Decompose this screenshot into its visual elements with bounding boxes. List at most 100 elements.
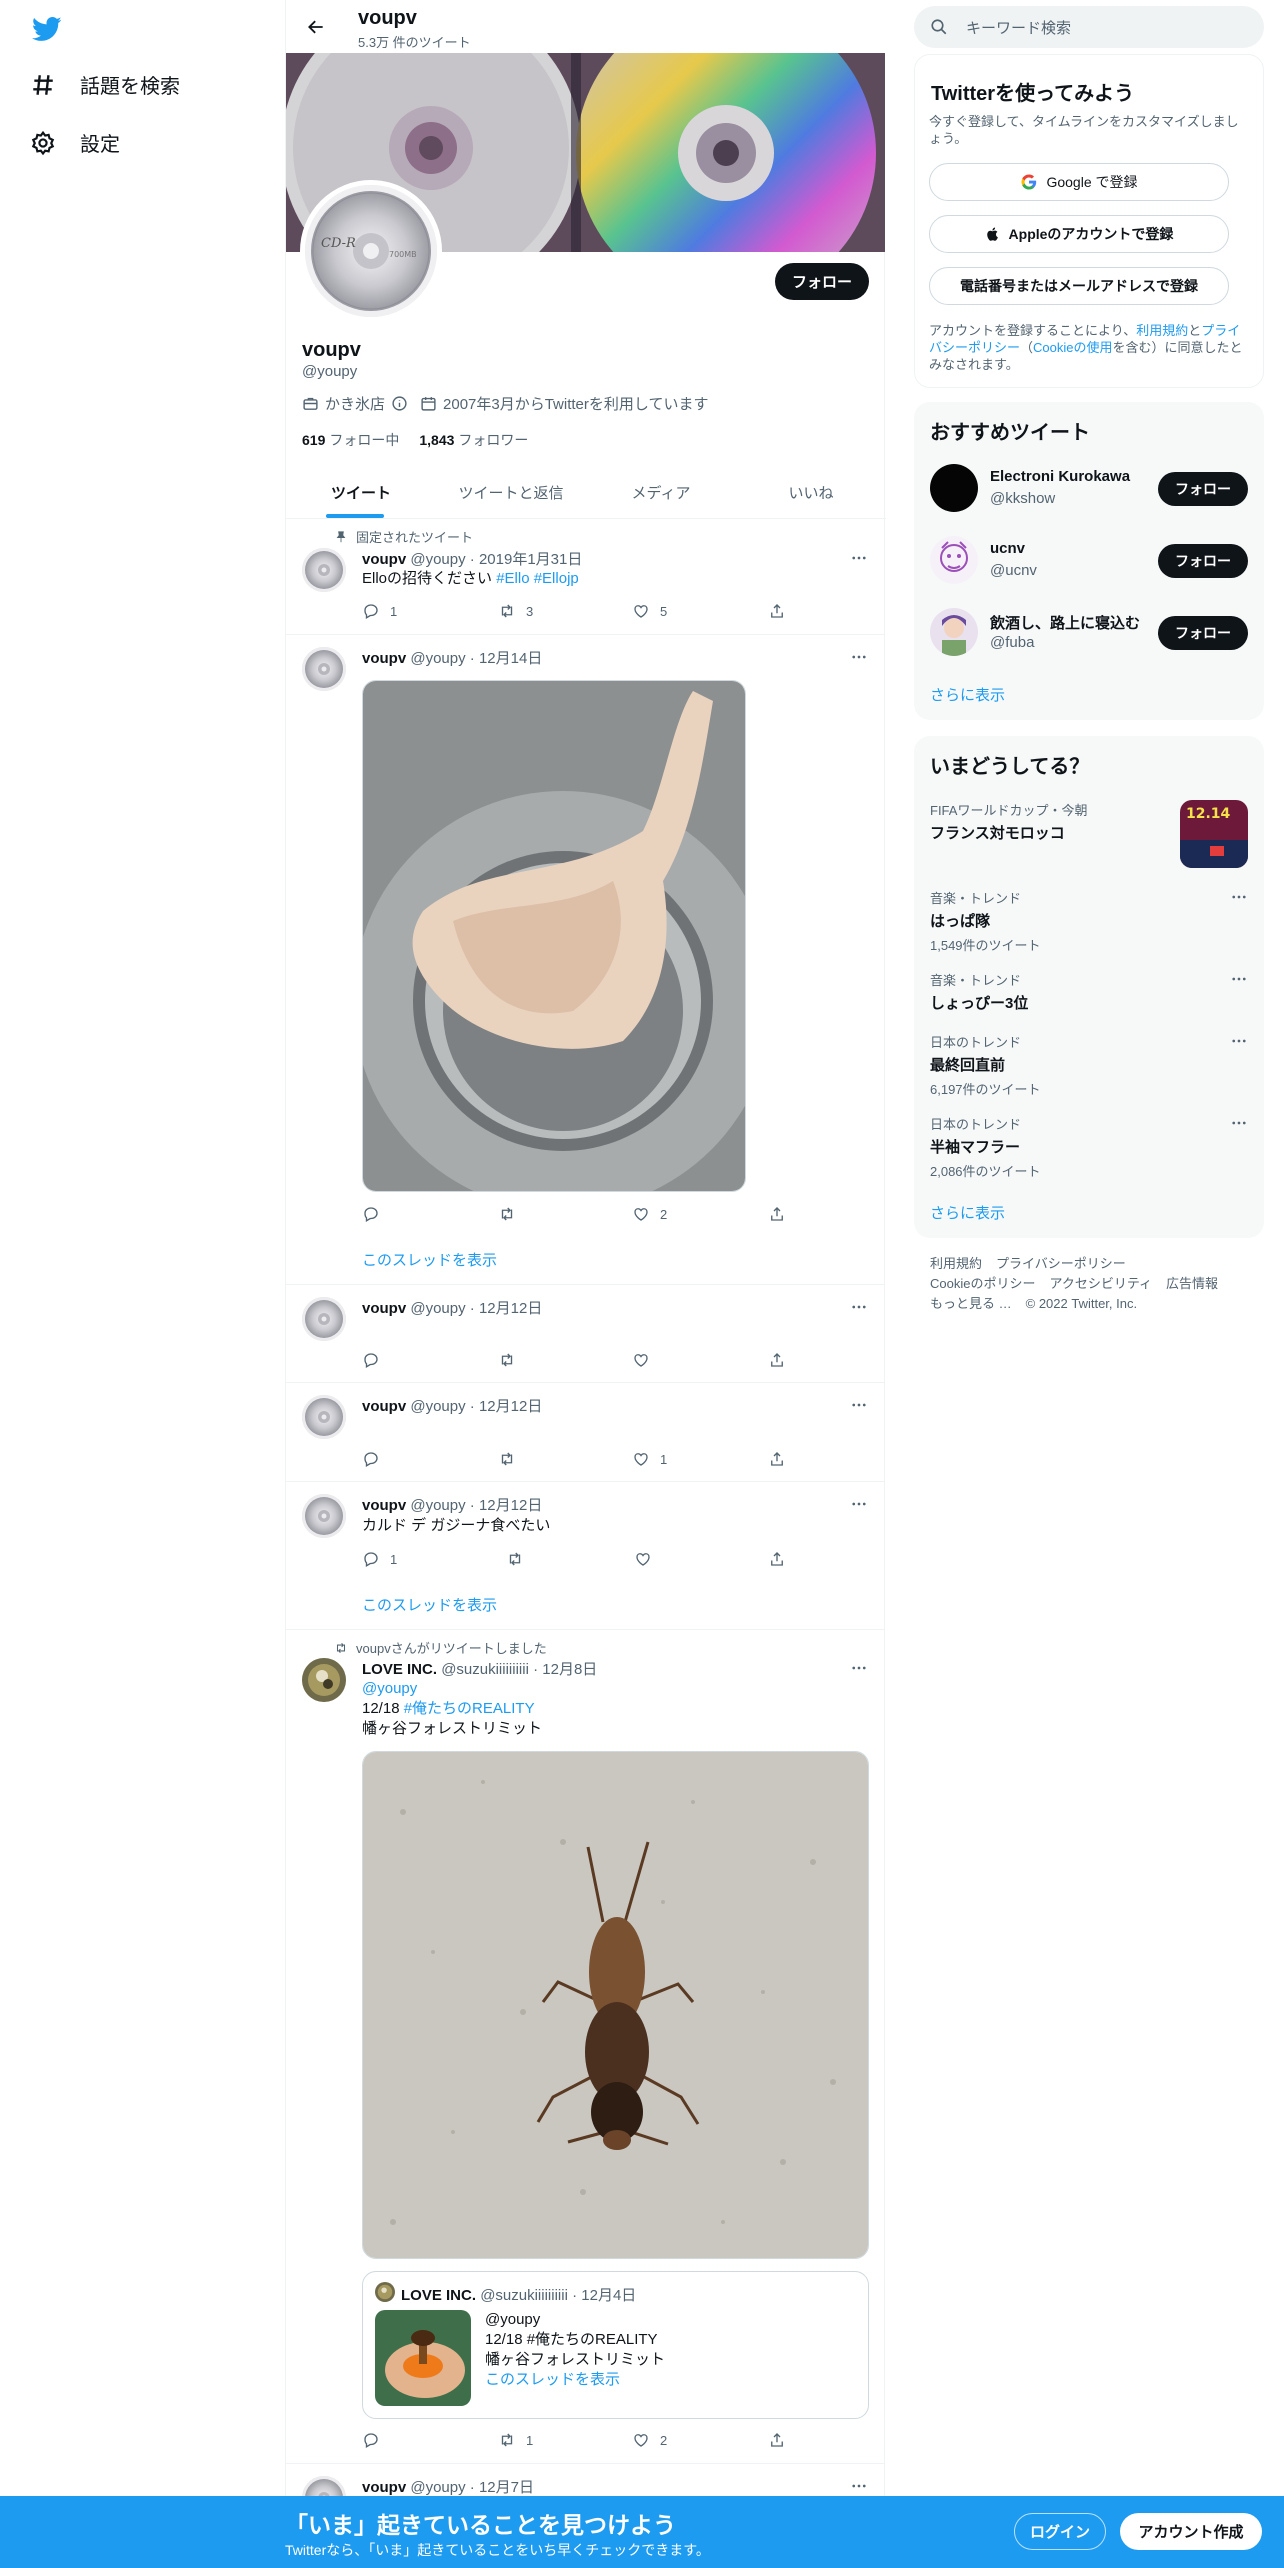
more-icon[interactable] bbox=[1230, 970, 1248, 988]
more-icon[interactable] bbox=[849, 1658, 869, 1678]
profile-avatar[interactable]: CD-R 700MB bbox=[300, 180, 442, 322]
info-icon[interactable] bbox=[391, 395, 408, 412]
more-icon[interactable] bbox=[1230, 1032, 1248, 1050]
tweet-date[interactable]: 12月12日 bbox=[479, 1497, 542, 1514]
more-icon[interactable] bbox=[1230, 888, 1248, 906]
author-name[interactable]: voupv bbox=[362, 551, 406, 568]
tweet-date[interactable]: 12月8日 bbox=[542, 1661, 597, 1678]
reply-button[interactable] bbox=[362, 1450, 380, 1468]
tweet-date[interactable]: 2019年1月31日 bbox=[479, 551, 582, 568]
author-name[interactable]: voupv bbox=[362, 1497, 406, 1514]
retweet-button[interactable]: 3 bbox=[498, 602, 533, 620]
like-button[interactable]: 2 bbox=[632, 2431, 667, 2449]
google-signup-button[interactable]: Google で登録 bbox=[929, 163, 1229, 201]
login-button[interactable]: ログイン bbox=[1014, 2513, 1106, 2550]
avatar[interactable] bbox=[302, 1297, 346, 1341]
author-name[interactable]: LOVE INC. bbox=[362, 1661, 437, 1678]
avatar[interactable] bbox=[302, 548, 346, 592]
more-icon[interactable] bbox=[849, 1494, 869, 1514]
show-more-link[interactable]: さらに表示 bbox=[930, 684, 1005, 705]
reply-button[interactable] bbox=[362, 1351, 380, 1369]
tab-tweets-replies[interactable]: ツイートと返信 bbox=[436, 466, 586, 518]
phone-email-signup-button[interactable]: 電話番号またはメールアドレスで登録 bbox=[929, 267, 1229, 305]
quoted-tweet[interactable]: LOVE INC. @suzukiiiiiiiiii · 12月4日 @youp… bbox=[362, 2271, 869, 2419]
back-arrow-icon[interactable] bbox=[298, 9, 334, 45]
more-icon[interactable] bbox=[849, 647, 869, 667]
avatar[interactable] bbox=[302, 1494, 346, 1538]
more-icon[interactable] bbox=[849, 1297, 869, 1317]
share-button[interactable] bbox=[768, 1351, 786, 1369]
reply-button[interactable]: 1 bbox=[362, 1550, 397, 1568]
follow-button[interactable]: フォロー bbox=[1158, 616, 1248, 650]
tweet-item[interactable]: voupv @youpy · 12月12日 bbox=[286, 1285, 885, 1383]
retweet-button[interactable] bbox=[498, 1205, 516, 1223]
tweet-pinned[interactable]: 固定されたツイート voupv @youpy · 2019年1月31日 Ello… bbox=[286, 520, 885, 635]
show-more-link[interactable]: さらに表示 bbox=[930, 1202, 1005, 1223]
author-name[interactable]: voupv bbox=[362, 650, 406, 667]
author-name[interactable]: voupv bbox=[362, 1398, 406, 1415]
share-button[interactable] bbox=[768, 1450, 786, 1468]
footer-link[interactable]: プライバシーポリシー bbox=[996, 1256, 1126, 1271]
hashtag-link[interactable]: #Ello #Ellojp bbox=[496, 570, 579, 587]
tweet-date[interactable]: 12月7日 bbox=[479, 2479, 534, 2496]
tweet-date[interactable]: 12月14日 bbox=[479, 650, 542, 667]
footer-link[interactable]: 広告情報 bbox=[1166, 1276, 1218, 1291]
author-name[interactable]: voupv bbox=[362, 2479, 406, 2496]
nav-explore[interactable]: 話題を検索 bbox=[30, 70, 180, 99]
recommended-user[interactable]: 飲酒し、路上に寝込む @fuba フォロー bbox=[930, 608, 1248, 660]
search-input[interactable]: キーワード検索 bbox=[914, 6, 1264, 48]
hashtag-link[interactable]: #俺たちのREALITY bbox=[404, 1700, 535, 1717]
more-icon[interactable] bbox=[849, 548, 869, 568]
reply-button[interactable] bbox=[362, 1205, 380, 1223]
show-thread-link[interactable]: このスレッドを表示 bbox=[362, 1249, 497, 1270]
like-button[interactable]: 5 bbox=[632, 602, 667, 620]
retweet-button[interactable] bbox=[506, 1550, 524, 1568]
cookie-link[interactable]: Cookieの使用 bbox=[1033, 340, 1112, 355]
mention-link[interactable]: @youpy bbox=[362, 1679, 542, 1699]
retweet-button[interactable] bbox=[498, 1351, 516, 1369]
tweet-item[interactable]: voupv @youpy · 12月14日 2 このスレッドを表示 bbox=[286, 635, 885, 1285]
footer-link[interactable]: アクセシビリティ bbox=[1049, 1276, 1152, 1291]
create-account-button[interactable]: アカウント作成 bbox=[1120, 2513, 1262, 2550]
tweet-item[interactable]: voupv @youpy · 12月12日 カルド デ ガジーナ食べたい 1 こ… bbox=[286, 1482, 885, 1630]
tweet-photo[interactable] bbox=[362, 1751, 869, 2259]
footer-link[interactable]: Cookieのポリシー bbox=[930, 1276, 1035, 1291]
trend-item[interactable]: 日本のトレンド 最終回直前 6,197件のツイート bbox=[930, 1032, 1248, 1098]
tab-tweets[interactable]: ツイート bbox=[286, 466, 436, 518]
author-name[interactable]: voupv bbox=[362, 1300, 406, 1317]
trend-item[interactable]: FIFAワールドカップ・今朝 フランス対モロッコ 12.14 bbox=[930, 800, 1248, 868]
follow-button[interactable]: フォロー bbox=[1158, 472, 1248, 506]
followers-link[interactable]: 1,843 フォロワー bbox=[419, 430, 528, 450]
trend-item[interactable]: 音楽・トレンド しょっぴー3位 bbox=[930, 970, 1248, 1013]
tweet-retweet[interactable]: voupvさんがリツイートしました LOVE INC. @suzukiiiiii… bbox=[286, 1630, 885, 2464]
footer-link[interactable]: 利用規約 bbox=[930, 1256, 982, 1271]
reply-button[interactable] bbox=[362, 2431, 380, 2449]
show-thread-link[interactable]: このスレッドを表示 bbox=[362, 1594, 497, 1615]
avatar[interactable] bbox=[302, 1658, 346, 1702]
like-button[interactable]: 2 bbox=[632, 1205, 667, 1223]
share-button[interactable] bbox=[768, 2431, 786, 2449]
follow-button[interactable]: フォロー bbox=[775, 263, 869, 300]
footer-link[interactable]: もっと見る … bbox=[930, 1296, 1012, 1311]
more-icon[interactable] bbox=[1230, 1114, 1248, 1132]
terms-link[interactable]: 利用規約 bbox=[1136, 323, 1188, 338]
tab-likes[interactable]: いいね bbox=[736, 466, 886, 518]
retweet-button[interactable]: 1 bbox=[498, 2431, 533, 2449]
more-icon[interactable] bbox=[849, 2476, 869, 2496]
apple-signup-button[interactable]: Appleのアカウントで登録 bbox=[929, 215, 1229, 253]
retweet-button[interactable] bbox=[498, 1450, 516, 1468]
nav-settings[interactable]: 設定 bbox=[30, 128, 120, 157]
more-icon[interactable] bbox=[849, 1395, 869, 1415]
following-link[interactable]: 619 フォロー中 bbox=[302, 430, 399, 450]
like-button[interactable]: 1 bbox=[632, 1450, 667, 1468]
show-thread-link[interactable]: このスレッドを表示 bbox=[485, 2370, 665, 2390]
trend-item[interactable]: 日本のトレンド 半袖マフラー 2,086件のツイート bbox=[930, 1114, 1248, 1180]
tweet-item[interactable]: voupv @youpy · 12月12日 1 bbox=[286, 1383, 885, 1482]
share-button[interactable] bbox=[768, 1550, 786, 1568]
tweet-photo[interactable] bbox=[362, 680, 746, 1192]
twitter-logo-icon[interactable] bbox=[30, 14, 66, 46]
tweet-date[interactable]: 12月12日 bbox=[479, 1398, 542, 1415]
recommended-user[interactable]: ucnv @ucnv フォロー bbox=[930, 536, 1248, 588]
recommended-user[interactable]: Electroni Kurokawa @kkshow フォロー bbox=[930, 464, 1248, 516]
share-button[interactable] bbox=[768, 1205, 786, 1223]
